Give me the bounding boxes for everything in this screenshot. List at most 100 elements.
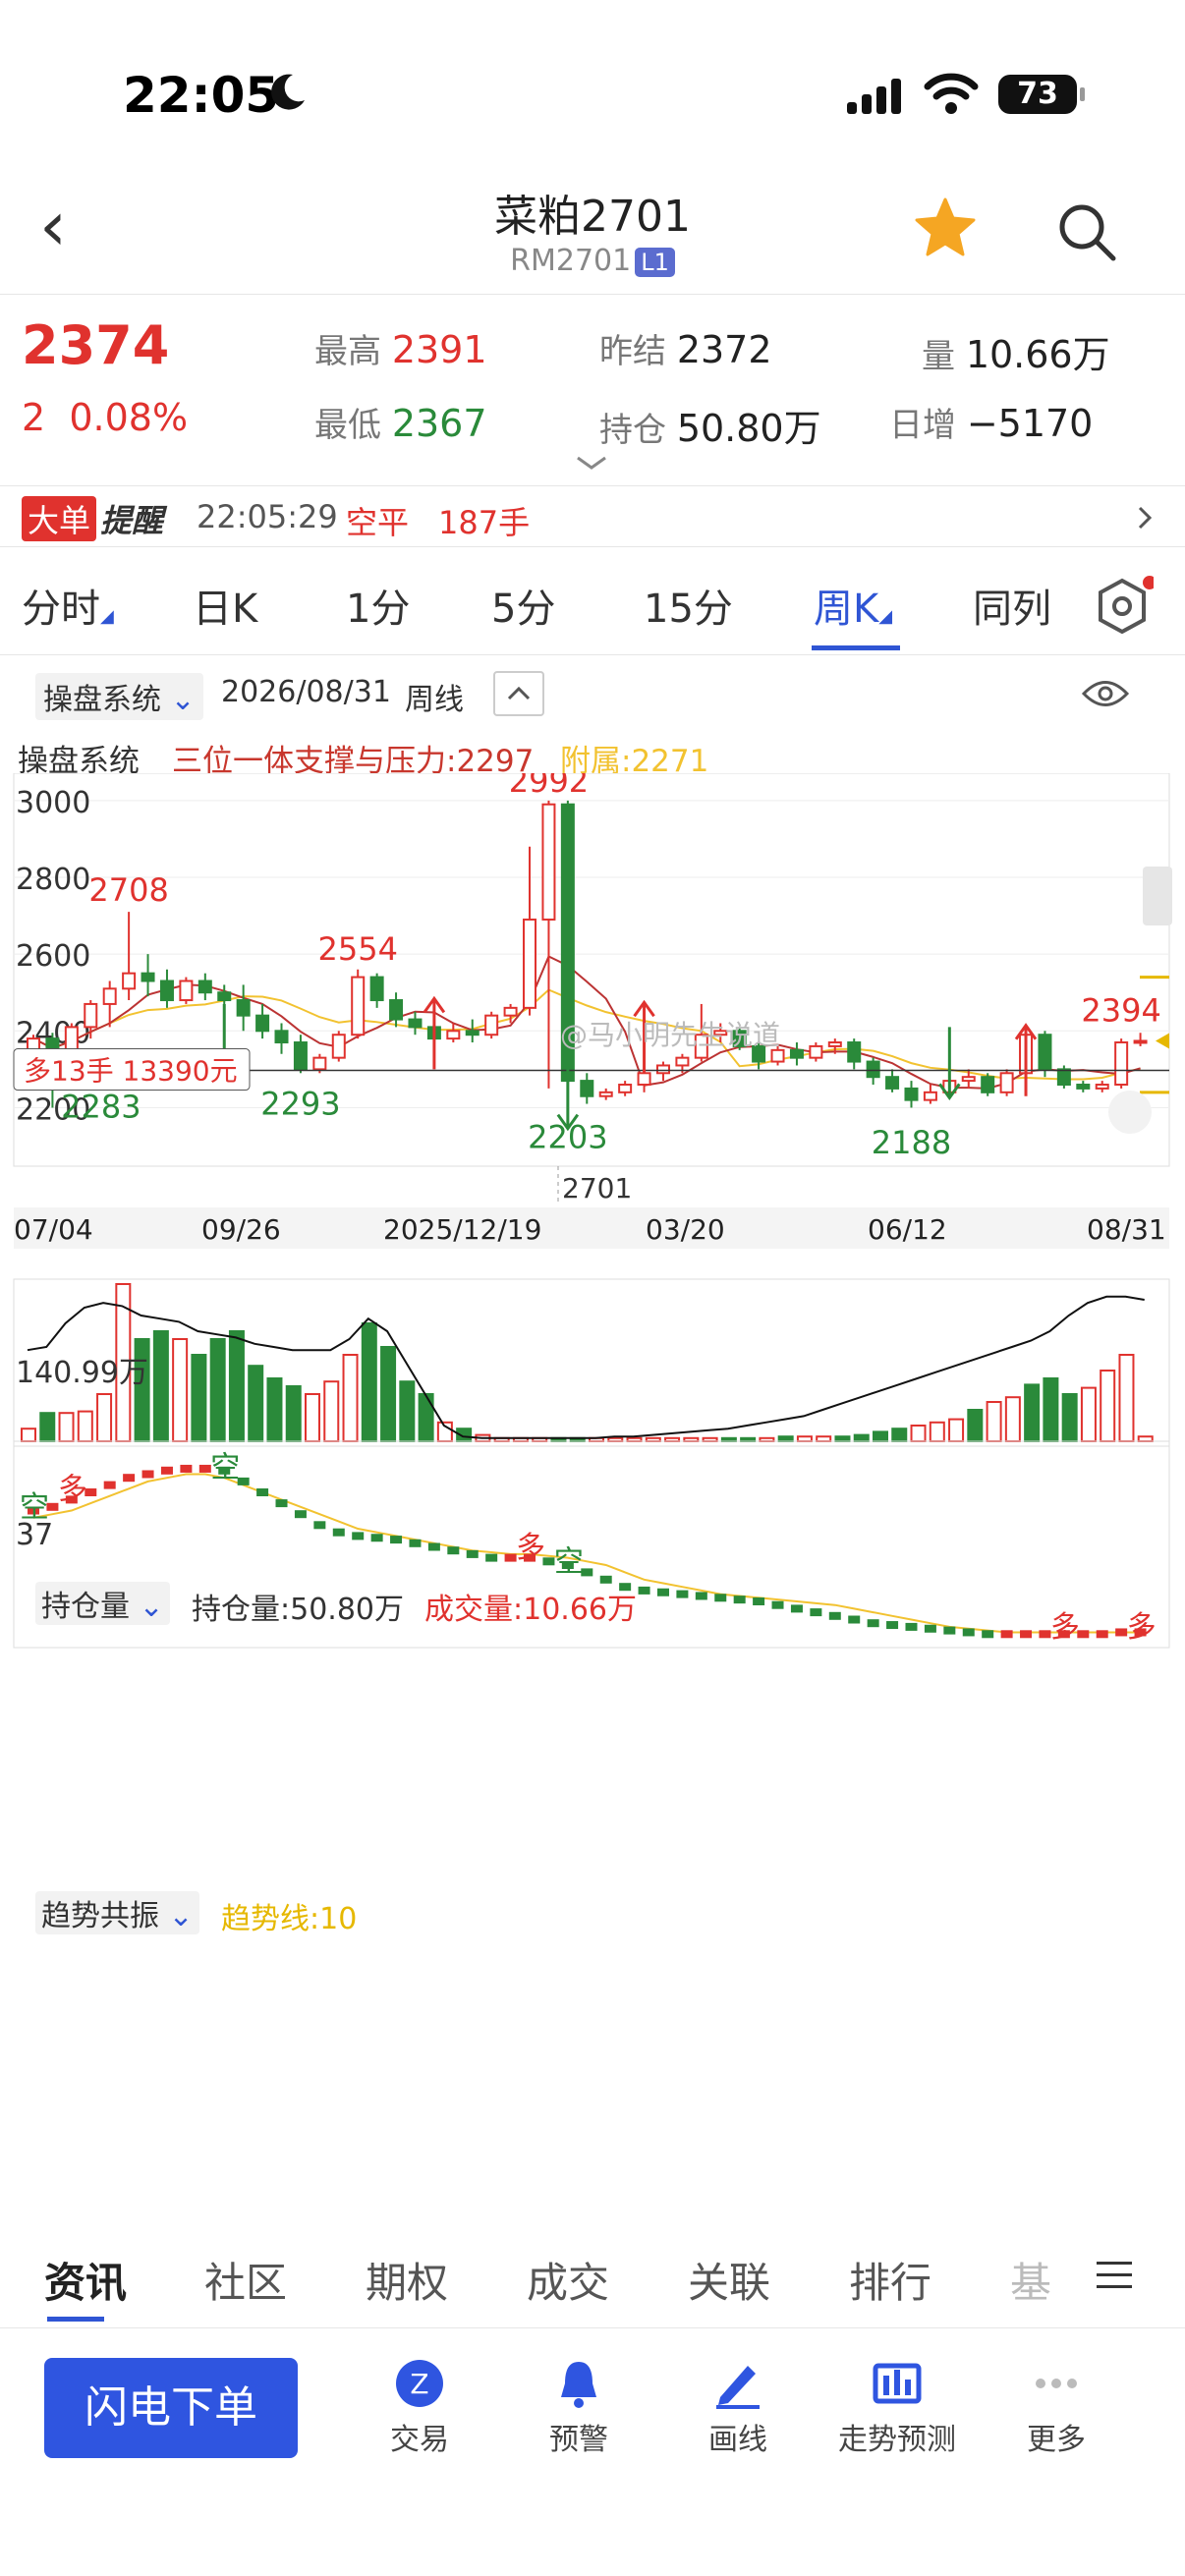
volume-bar bbox=[209, 1338, 226, 1442]
volume-bar bbox=[948, 1418, 965, 1442]
trend-bar bbox=[599, 1575, 612, 1584]
candle-body bbox=[827, 1041, 842, 1047]
candle-body bbox=[351, 976, 366, 1036]
signal-icon bbox=[847, 79, 901, 114]
tab-fundamentals[interactable]: 基 bbox=[1010, 2250, 1051, 2310]
tab-news[interactable]: 资讯 bbox=[44, 2250, 127, 2310]
expand-chevron-icon[interactable] bbox=[574, 454, 609, 474]
peak-label: 2992 bbox=[509, 773, 589, 800]
trend-bar bbox=[676, 1590, 689, 1598]
tab-trades[interactable]: 成交 bbox=[527, 2250, 609, 2310]
volume-bar bbox=[342, 1354, 359, 1442]
tab-15min[interactable]: 15分 bbox=[644, 577, 733, 634]
search-icon[interactable] bbox=[1056, 201, 1117, 262]
trend-bar bbox=[1115, 1628, 1128, 1637]
trend-bar bbox=[160, 1466, 173, 1475]
trend-bar bbox=[198, 1464, 211, 1473]
trend-selector[interactable]: 趋势共振 ⌄ bbox=[35, 1891, 199, 1934]
oi-selector[interactable]: 持仓量 ⌄ bbox=[35, 1582, 170, 1625]
tab-timeshare[interactable]: 分时◢ bbox=[22, 577, 114, 634]
trade-button[interactable]: Z 交易 bbox=[346, 2358, 493, 2458]
chevron-up-icon bbox=[507, 686, 531, 700]
trend-bar bbox=[1000, 1630, 1013, 1639]
moon-icon bbox=[271, 74, 305, 110]
alert-title: 提醒 bbox=[100, 502, 164, 539]
candle-body bbox=[84, 1002, 98, 1029]
trend-forecast-button[interactable]: 走势预测 bbox=[823, 2358, 971, 2458]
settings-hex-icon[interactable] bbox=[1091, 575, 1154, 638]
candle-body bbox=[999, 1072, 1014, 1093]
tab-community[interactable]: 社区 bbox=[204, 2250, 287, 2310]
volume-bar bbox=[361, 1322, 377, 1442]
system-selector[interactable]: 操盘系统 ⌄ bbox=[35, 673, 203, 720]
kline-chart[interactable]: 3000280026002400220027082554299223942283… bbox=[0, 773, 1185, 1913]
draw-line-button[interactable]: 画线 bbox=[664, 2358, 812, 2458]
candle-body bbox=[255, 1014, 270, 1033]
peak-label: 2394 bbox=[1081, 992, 1160, 1030]
watermark: @马小明先生说道 bbox=[560, 1019, 780, 1051]
contract-label: 2701 bbox=[562, 1172, 632, 1204]
level-badge: L1 bbox=[635, 247, 675, 277]
prev-settle-field: 昨结 2372 bbox=[599, 328, 772, 371]
volume-bar bbox=[777, 1435, 794, 1443]
trend-bar bbox=[848, 1615, 861, 1624]
trend-mark: 多 bbox=[58, 1473, 87, 1507]
candle-body bbox=[446, 1030, 461, 1040]
tab-related[interactable]: 关联 bbox=[688, 2250, 770, 2310]
alert-time: 22:05:29 bbox=[197, 498, 338, 535]
favorite-star-icon[interactable] bbox=[914, 196, 977, 259]
trend-line-text: 趋势线:10 bbox=[221, 1902, 358, 1936]
eye-icon[interactable] bbox=[1081, 677, 1130, 710]
candle-body bbox=[923, 1091, 937, 1101]
tab-options[interactable]: 期权 bbox=[366, 2250, 448, 2310]
trend-bar bbox=[638, 1586, 650, 1595]
trend-bar bbox=[103, 1481, 116, 1489]
volume-bar bbox=[1100, 1370, 1116, 1442]
tab-weekly-k[interactable]: 周K◢ bbox=[814, 577, 892, 634]
volume-bar bbox=[58, 1412, 75, 1443]
menu-icon[interactable] bbox=[1093, 2258, 1136, 2293]
collapse-button[interactable] bbox=[493, 671, 544, 716]
low-field: 最低 2367 bbox=[314, 402, 487, 445]
candle-body bbox=[655, 1064, 670, 1075]
alert-button[interactable]: 预警 bbox=[505, 2358, 652, 2458]
trend-bar bbox=[867, 1619, 879, 1628]
chart-area[interactable]: 操盘系统 ⌄ 2026/08/31 周线 操盘系统 三位一体支撑与压力:2297… bbox=[0, 655, 1185, 2217]
volume-bar bbox=[39, 1412, 56, 1443]
more-dots-icon bbox=[1036, 2379, 1077, 2388]
candle-body bbox=[1038, 1034, 1052, 1071]
bottom-tabs: 资讯 社区 期权 成交 关联 排行 基 bbox=[0, 2220, 1185, 2328]
volume-bar bbox=[399, 1380, 416, 1443]
volume-bar bbox=[834, 1435, 851, 1443]
candle-body bbox=[274, 1030, 289, 1044]
volume-bar bbox=[418, 1393, 434, 1442]
battery-indicator: 73 bbox=[998, 75, 1085, 114]
tab-5min[interactable]: 5分 bbox=[491, 577, 555, 634]
trend-bar bbox=[886, 1621, 899, 1630]
tab-ranking[interactable]: 排行 bbox=[849, 2250, 931, 2310]
volume-bar bbox=[1061, 1393, 1078, 1442]
tab-daily-k[interactable]: 日K bbox=[193, 577, 257, 634]
flash-order-button[interactable]: 闪电下单 bbox=[44, 2358, 298, 2458]
trend-bar bbox=[427, 1542, 440, 1551]
trend-bar bbox=[504, 1553, 517, 1562]
tab-1min[interactable]: 1分 bbox=[346, 577, 410, 634]
volume-text: 成交量:10.66万 bbox=[424, 1593, 637, 1627]
more-button[interactable]: 更多 bbox=[983, 2358, 1130, 2458]
tab-same-list[interactable]: 同列 bbox=[973, 577, 1051, 634]
big-order-alert[interactable]: 大单 提醒 22:05:29 空平 187手 bbox=[0, 486, 1185, 547]
trend-bar bbox=[485, 1553, 498, 1562]
trend-bar bbox=[275, 1499, 288, 1508]
daily-increase-field: 日增 −5170 bbox=[889, 402, 1094, 445]
trend-mark: 多 bbox=[1127, 1610, 1157, 1645]
candle-body bbox=[847, 1041, 862, 1063]
volume-bar bbox=[380, 1346, 397, 1442]
contract-code: RM2701 L1 bbox=[0, 244, 1185, 278]
candle-body bbox=[217, 991, 232, 1002]
trend-bar bbox=[409, 1539, 422, 1547]
candle-body bbox=[141, 972, 155, 982]
clock: 22:05 bbox=[123, 67, 280, 124]
chart-period: 周线 bbox=[405, 683, 464, 717]
volume-bar bbox=[816, 1435, 832, 1443]
volume-bar bbox=[1118, 1354, 1135, 1442]
